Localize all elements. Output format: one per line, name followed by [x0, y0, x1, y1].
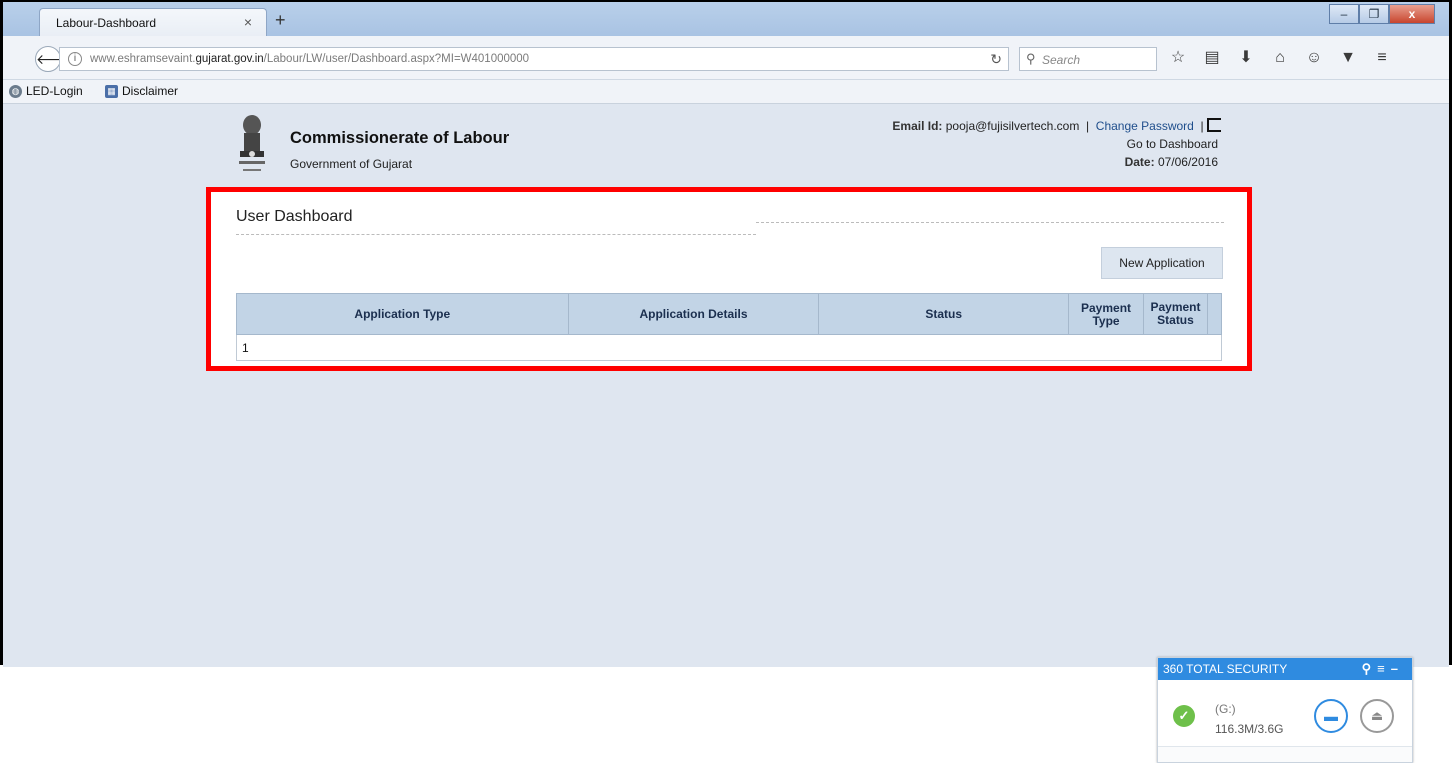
bookmark-star-icon[interactable]: ☆: [1168, 48, 1188, 68]
eject-icon[interactable]: ⏏: [1360, 699, 1394, 733]
maximize-icon[interactable]: ❐: [1359, 4, 1389, 24]
table-header-row: Application Type Application Details Sta…: [236, 293, 1223, 335]
email-value: pooja@fujisilvertech.com: [945, 119, 1080, 133]
navigation-bar: 🡐 i www.eshramsevaint.gujarat.gov.in/Lab…: [3, 36, 1449, 80]
toolbar-icons: ☆ ▤ ⬇ ⌂ ☺ ▼ ≡: [1168, 48, 1392, 68]
search-icon: ⚲: [1026, 51, 1036, 66]
window-controls: – ❐ x: [1329, 4, 1435, 24]
browser-window: Labour-Dashboard × + – ❐ x 🡐 i www.eshra…: [0, 0, 1452, 763]
chat-icon[interactable]: ☺: [1304, 48, 1324, 68]
user-dashboard-panel: User Dashboard New Application Applicati…: [206, 187, 1252, 371]
col-payment-type[interactable]: Payment Type: [1068, 293, 1144, 335]
table-row: 1: [236, 334, 1222, 361]
page-content: Commissionerate of Labour Government of …: [3, 104, 1449, 763]
new-application-button[interactable]: New Application: [1101, 247, 1223, 279]
bookmark-label: Disclaimer: [122, 84, 179, 98]
separator: |: [1200, 119, 1204, 133]
back-arrow-icon[interactable]: 🡐: [35, 46, 74, 72]
reload-icon[interactable]: ↻: [990, 51, 1002, 68]
col-spacer: [1206, 293, 1223, 335]
divider: [756, 222, 1224, 223]
url-text: www.eshramsevaint.gujarat.gov.in/Labour/…: [90, 53, 530, 65]
widget-controls: ⚲≡–: [1362, 658, 1404, 680]
bookmark-led-login[interactable]: ◍ LED-Login: [9, 84, 83, 98]
date-value: 07/06/2016: [1157, 155, 1218, 169]
folder-icon[interactable]: ▬: [1314, 699, 1348, 733]
date-display: Date: 07/06/2016: [1013, 155, 1218, 169]
change-password-link[interactable]: Change Password: [1096, 119, 1194, 133]
info-icon[interactable]: i: [68, 52, 82, 66]
user-bar: Email Id: pooja@fujisilvertech.com | Cha…: [853, 118, 1221, 133]
bookmark-label: LED-Login: [26, 84, 83, 98]
col-payment-status[interactable]: Payment Status: [1143, 293, 1208, 335]
page-icon: ▦: [105, 84, 118, 98]
pocket-icon[interactable]: ▼: [1338, 48, 1358, 68]
widget-search-icon[interactable]: ⚲: [1362, 661, 1378, 676]
minimize-icon[interactable]: –: [1329, 4, 1359, 24]
divider: [236, 234, 756, 235]
separator: |: [1086, 119, 1090, 133]
col-application-type[interactable]: Application Type: [236, 293, 569, 335]
check-icon: ✓: [1173, 705, 1195, 727]
new-tab-button[interactable]: +: [275, 10, 286, 31]
col-status[interactable]: Status: [818, 293, 1070, 335]
title-bar: Labour-Dashboard × + – ❐ x: [3, 2, 1449, 36]
bookmark-disclaimer[interactable]: ▦ Disclaimer: [105, 84, 178, 98]
table-cell: 1: [236, 334, 1222, 361]
window-close-icon[interactable]: x: [1389, 4, 1435, 24]
org-subtitle: Government of Gujarat: [290, 157, 413, 171]
tab-close-icon[interactable]: ×: [244, 14, 252, 30]
widget-header: 360 TOTAL SECURITY ⚲≡–: [1158, 658, 1412, 680]
widget-footer: [1158, 746, 1412, 762]
address-bar[interactable]: i www.eshramsevaint.gujarat.gov.in/Labou…: [59, 47, 1009, 71]
emblem-icon: [239, 115, 265, 171]
go-to-dashboard-link[interactable]: Go to Dashboard: [1013, 137, 1218, 151]
widget-title: 360 TOTAL SECURITY: [1163, 662, 1288, 676]
drive-usage: 116.3M/3.6G: [1215, 722, 1284, 736]
email-label: Email Id:: [892, 119, 943, 133]
widget-minimize-icon[interactable]: –: [1391, 661, 1404, 676]
logout-icon[interactable]: [1207, 118, 1221, 132]
reading-list-icon[interactable]: ▤: [1202, 48, 1222, 68]
search-box[interactable]: ⚲ Search: [1019, 47, 1157, 71]
widget-menu-icon[interactable]: ≡: [1377, 661, 1391, 676]
bookmarks-bar: ◍ LED-Login ▦ Disclaimer: [3, 80, 1449, 104]
home-icon[interactable]: ⌂: [1270, 48, 1290, 68]
applications-table: Application Type Application Details Sta…: [236, 293, 1223, 361]
drive-label: (G:): [1215, 702, 1236, 716]
date-label: Date:: [1124, 155, 1155, 169]
security-widget: 360 TOTAL SECURITY ⚲≡– ✓ (G:) 116.3M/3.6…: [1157, 657, 1413, 763]
search-placeholder: Search: [1042, 53, 1081, 67]
download-icon[interactable]: ⬇: [1236, 48, 1256, 68]
browser-tab[interactable]: Labour-Dashboard ×: [39, 8, 267, 36]
col-application-details[interactable]: Application Details: [567, 293, 820, 335]
org-title: Commissionerate of Labour: [290, 129, 510, 147]
globe-icon: ◍: [9, 84, 22, 98]
menu-icon[interactable]: ≡: [1372, 48, 1392, 68]
tab-title: Labour-Dashboard: [56, 16, 157, 30]
panel-title: User Dashboard: [236, 208, 353, 225]
